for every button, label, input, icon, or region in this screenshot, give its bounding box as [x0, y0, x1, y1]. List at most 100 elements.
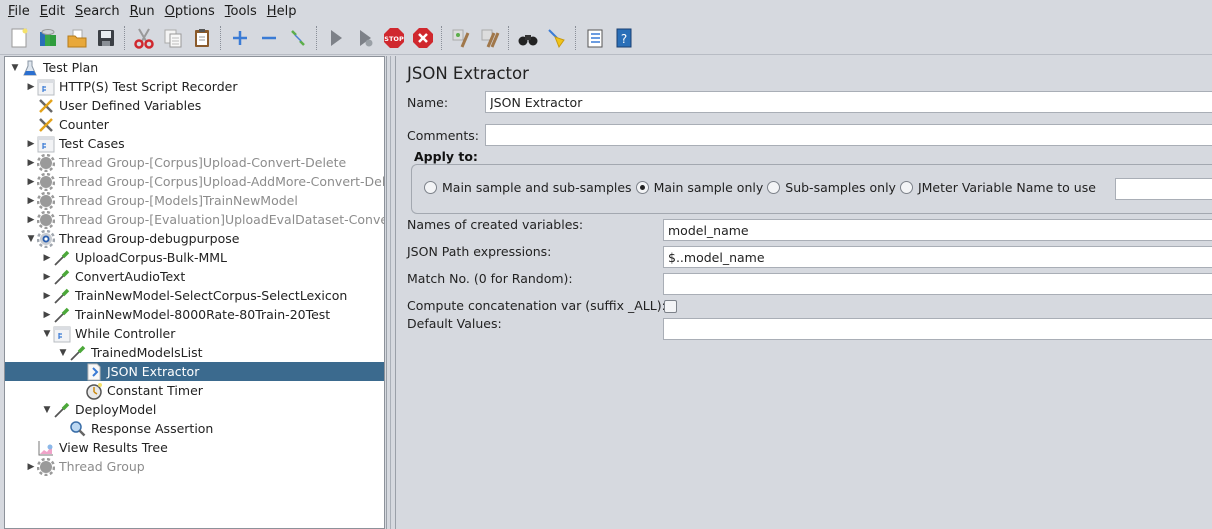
collapse-toggle-icon[interactable]: ▶: [25, 82, 37, 92]
name-input[interactable]: [485, 91, 1212, 113]
expand-toggle-icon[interactable]: ▼: [57, 348, 69, 358]
test-plan-tree[interactable]: ▼ Test Plan ▶ HTTP(S) Test Script Recorder U…: [4, 56, 385, 529]
tree-node[interactable]: ▶ Thread Group-[Corpus]Upload-AddMore-Con…: [5, 172, 384, 191]
tree-node[interactable]: ▶ Thread Group-[Corpus]Upload-Convert-Del…: [5, 153, 384, 172]
menu-run-label: un: [138, 3, 155, 19]
menu-search[interactable]: Search: [71, 4, 124, 19]
menu-options-label: ptions: [174, 3, 215, 19]
menu-tools[interactable]: Tools: [221, 4, 261, 19]
paste-button[interactable]: [187, 24, 216, 52]
tree-node[interactable]: JSON Extractor: [5, 362, 384, 381]
apply-to-label: Apply to:: [414, 149, 478, 164]
help-button[interactable]: ?: [609, 24, 638, 52]
menu-search-label: earch: [83, 3, 120, 19]
clear-button[interactable]: [446, 24, 475, 52]
radio-main-sample-only[interactable]: Main sample only: [635, 180, 763, 195]
copy-button[interactable]: [158, 24, 187, 52]
save-button[interactable]: [91, 24, 120, 52]
menu-edit[interactable]: Edit: [36, 4, 69, 19]
function-helper-button[interactable]: [580, 24, 609, 52]
tree-node-label: UploadCorpus-Bulk-MML: [75, 250, 228, 265]
tree-node[interactable]: ▶ UploadCorpus-Bulk-MML: [5, 248, 384, 267]
listener-icon: [37, 439, 55, 457]
tree-node[interactable]: ▶ TrainNewModel-SelectCorpus-SelectLexico…: [5, 286, 384, 305]
start-no-pauses-button[interactable]: [350, 24, 379, 52]
tree-node[interactable]: ▶ Thread Group: [5, 457, 384, 476]
shutdown-button[interactable]: [408, 24, 437, 52]
templates-button[interactable]: [33, 24, 62, 52]
expand-toggle-icon[interactable]: ▼: [41, 405, 53, 415]
tree-node[interactable]: ▼ Test Plan: [5, 58, 384, 77]
toggle-button[interactable]: [283, 24, 312, 52]
default-values-input[interactable]: [663, 318, 1212, 340]
match-no-input[interactable]: [663, 273, 1212, 295]
radio-button[interactable]: [424, 181, 437, 194]
clear-all-button[interactable]: [475, 24, 504, 52]
cut-button[interactable]: [129, 24, 158, 52]
names-of-created-variables-label: Names of created variables:: [407, 217, 584, 232]
menu-options[interactable]: Options: [161, 4, 219, 19]
tree-node[interactable]: ▶ Test Cases: [5, 134, 384, 153]
binoculars-icon: [518, 35, 537, 46]
tree-node[interactable]: Counter: [5, 115, 384, 134]
tree-node[interactable]: Response Assertion: [5, 419, 384, 438]
new-icon: [11, 28, 27, 48]
collapse-toggle-icon[interactable]: ▶: [25, 196, 37, 206]
stop-button[interactable]: STOP: [379, 24, 408, 52]
collapse-toggle-icon[interactable]: ▶: [25, 158, 37, 168]
json-path-expressions-input[interactable]: [663, 246, 1212, 268]
tree-node[interactable]: ▼ While Controller: [5, 324, 384, 343]
radio-sub-samples-only[interactable]: Sub-samples only: [767, 180, 896, 195]
tree-node[interactable]: ▶ ConvertAudioText: [5, 267, 384, 286]
collapse-toggle-icon[interactable]: ▶: [41, 272, 53, 282]
tree-node-label: HTTP(S) Test Script Recorder: [59, 79, 238, 94]
reset-search-button[interactable]: [542, 24, 571, 52]
collapse-toggle-icon[interactable]: ▶: [25, 462, 37, 472]
menu-run[interactable]: Run: [126, 4, 159, 19]
collapse-toggle-icon[interactable]: ▶: [25, 215, 37, 225]
radio-button-checked[interactable]: [635, 181, 649, 194]
collapse-toggle-icon[interactable]: ▶: [25, 177, 37, 187]
expand-toggle-icon[interactable]: ▼: [25, 234, 37, 244]
thread-group-icon: [37, 172, 55, 191]
tree-node[interactable]: ▼ DeployModel: [5, 400, 384, 419]
tree-node[interactable]: Constant Timer: [5, 381, 384, 400]
new-button[interactable]: [4, 24, 33, 52]
expand-toggle-icon[interactable]: ▼: [41, 329, 53, 339]
collapse-toggle-icon[interactable]: ▶: [41, 310, 53, 320]
jmeter-variable-input[interactable]: [1115, 178, 1212, 200]
tree-node[interactable]: ▶ HTTP(S) Test Script Recorder: [5, 77, 384, 96]
tree-node[interactable]: ▼ TrainedModelsList: [5, 343, 384, 362]
tree-node[interactable]: View Results Tree: [5, 438, 384, 457]
thread-group-icon: [37, 457, 55, 476]
names-of-created-variables-input[interactable]: [663, 219, 1212, 241]
radio-jmeter-variable[interactable]: JMeter Variable Name to use: [899, 180, 1096, 195]
tree-node[interactable]: User Defined Variables: [5, 96, 384, 115]
expand-all-button[interactable]: [225, 24, 254, 52]
radio-button[interactable]: [767, 181, 781, 194]
radio-button[interactable]: [899, 181, 913, 194]
tree-node[interactable]: ▶ Thread Group-[Models]TrainNewModel: [5, 191, 384, 210]
tree-node-label: User Defined Variables: [59, 98, 202, 113]
compute-concatenation-checkbox[interactable]: [664, 300, 677, 313]
paste-icon: [194, 29, 209, 47]
start-button[interactable]: [321, 24, 350, 52]
tree-node[interactable]: ▼ Thread Group-debugpurpose: [5, 229, 384, 248]
menu-file[interactable]: File: [4, 4, 34, 19]
tree-node-label: Thread Group: [59, 459, 145, 474]
radio-main-and-sub-samples[interactable]: Main sample and sub-samples: [424, 180, 632, 195]
collapse-toggle-icon[interactable]: ▶: [41, 253, 53, 263]
open-button[interactable]: [62, 24, 91, 52]
comments-input[interactable]: [485, 124, 1212, 146]
tree-node-label: Test Cases: [59, 136, 125, 151]
tree-node[interactable]: ▶ TrainNewModel-8000Rate-80Train-20Test: [5, 305, 384, 324]
collapse-toggle-icon[interactable]: ▶: [41, 291, 53, 301]
tree-node[interactable]: ▶ Thread Group-[Evaluation]UploadEvalData…: [5, 210, 384, 229]
json-extractor-panel: JSON Extractor Name: Comments: Apply to:…: [397, 56, 1212, 529]
search-button[interactable]: [513, 24, 542, 52]
split-pane-divider[interactable]: [386, 56, 396, 529]
menu-help[interactable]: Help: [263, 4, 301, 19]
collapse-toggle-icon[interactable]: ▶: [25, 139, 37, 149]
expand-toggle-icon[interactable]: ▼: [9, 63, 21, 73]
collapse-all-button[interactable]: [254, 24, 283, 52]
